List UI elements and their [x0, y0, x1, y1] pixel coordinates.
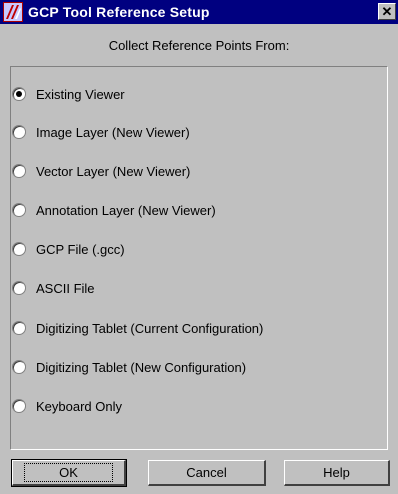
radio-button[interactable]: [12, 125, 26, 139]
option-gcp-file[interactable]: GCP File (.gcc): [12, 239, 125, 259]
option-digitizing-tablet-current[interactable]: Digitizing Tablet (Current Configuration…: [12, 318, 263, 338]
option-label: Vector Layer (New Viewer): [36, 163, 191, 179]
option-keyboard-only[interactable]: Keyboard Only: [12, 396, 122, 416]
help-button[interactable]: Help: [284, 460, 390, 486]
option-label: ASCII File: [36, 280, 95, 296]
radio-button[interactable]: [12, 281, 26, 295]
cancel-label: Cancel: [186, 465, 227, 480]
option-vector-layer[interactable]: Vector Layer (New Viewer): [12, 161, 190, 181]
section-heading: Collect Reference Points From:: [108, 38, 290, 53]
ok-button[interactable]: OK: [11, 459, 127, 487]
radio-button[interactable]: [12, 164, 26, 178]
radio-button[interactable]: [12, 87, 26, 101]
option-label: Keyboard Only: [36, 398, 122, 414]
option-label: Digitizing Tablet (Current Configuration…: [36, 320, 264, 336]
option-label: Annotation Layer (New Viewer): [36, 202, 216, 218]
option-label: GCP File (.gcc): [36, 241, 125, 257]
option-label: Digitizing Tablet (New Configuration): [36, 359, 247, 375]
radio-button[interactable]: [12, 242, 26, 256]
radio-button[interactable]: [12, 203, 26, 217]
title-bar: GCP Tool Reference Setup ✕: [0, 0, 398, 24]
option-digitizing-tablet-new[interactable]: Digitizing Tablet (New Configuration): [12, 357, 246, 377]
help-label: Help: [323, 465, 350, 480]
option-existing-viewer[interactable]: Existing Viewer: [12, 84, 125, 104]
ok-label: OK: [24, 463, 113, 482]
window-title: GCP Tool Reference Setup: [28, 4, 210, 20]
radio-button[interactable]: [12, 399, 26, 413]
radio-button[interactable]: [12, 321, 26, 335]
option-image-layer[interactable]: Image Layer (New Viewer): [12, 122, 190, 142]
radio-button[interactable]: [12, 360, 26, 374]
app-icon: [3, 2, 23, 22]
option-label: Existing Viewer: [36, 86, 125, 102]
option-label: Image Layer (New Viewer): [36, 124, 190, 140]
option-ascii-file[interactable]: ASCII File: [12, 278, 95, 298]
close-button[interactable]: ✕: [378, 3, 396, 20]
close-icon: ✕: [381, 4, 393, 19]
cancel-button[interactable]: Cancel: [148, 460, 266, 486]
option-annotation-layer[interactable]: Annotation Layer (New Viewer): [12, 200, 216, 220]
